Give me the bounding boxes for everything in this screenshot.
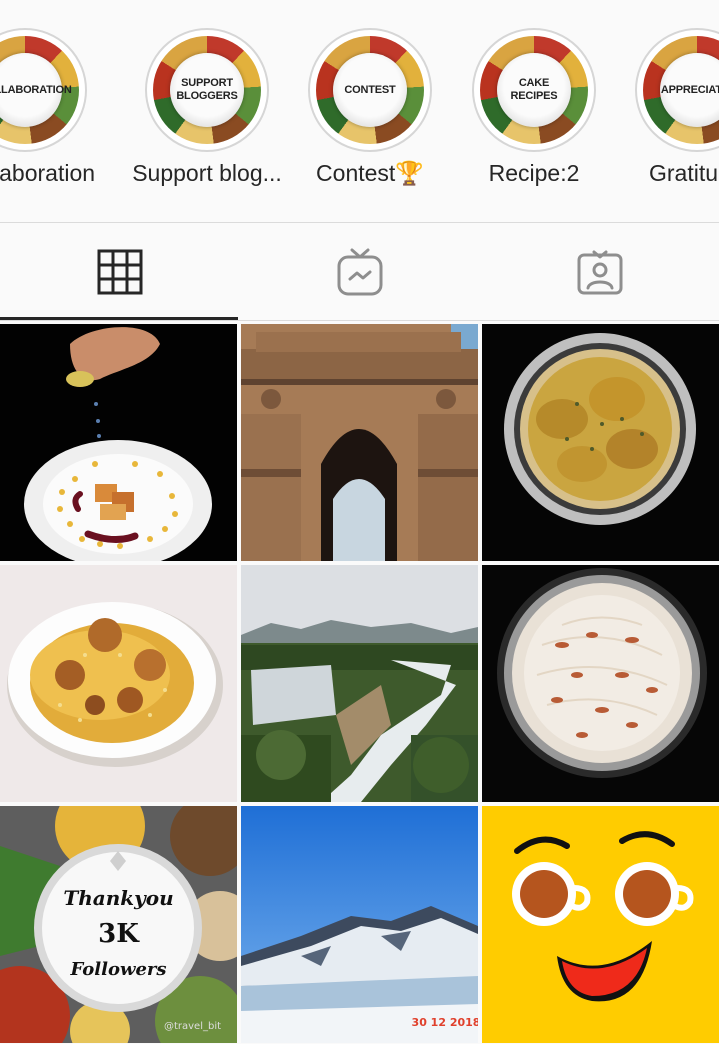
highlight-contest[interactable]: CONTEST Contest🏆 — [290, 28, 450, 218]
story-highlights-row: COLLABORATION llaboration SUPPORT BLOGGE… — [0, 0, 719, 222]
divider — [0, 320, 719, 321]
post-thumbnail[interactable]: Thankyou 3K Followers @travel_bit — [0, 806, 237, 1043]
grid-icon — [97, 249, 142, 295]
highlight-ring: SUPPORT BLOGGERS — [145, 28, 269, 152]
highlight-ring: APPRECIATIO — [635, 28, 719, 152]
watermark-text: @travel_bit — [163, 1021, 222, 1032]
post-thumbnail[interactable] — [0, 324, 237, 561]
post-thumbnail[interactable] — [241, 324, 478, 561]
biryani-image — [0, 565, 237, 802]
profile-tab-bar — [0, 223, 719, 321]
highlight-cover-text: SUPPORT BLOGGERS — [176, 77, 238, 102]
posts-grid: Thankyou 3K Followers @travel_bit 30 12 … — [0, 324, 719, 1044]
post-thumbnail[interactable] — [482, 565, 719, 802]
highlight-collaboration[interactable]: COLLABORATION llaboration — [0, 28, 105, 218]
post-thumbnail[interactable] — [482, 806, 719, 1043]
post-thumbnail[interactable] — [241, 565, 478, 802]
post-caption-line: Followers — [70, 959, 167, 980]
highlight-support-bloggers[interactable]: SUPPORT BLOGGERS Support blog... — [127, 28, 287, 218]
waterfall-image — [241, 565, 478, 802]
smiley-tea-cups-image — [482, 806, 719, 1043]
tab-grid[interactable] — [0, 223, 239, 321]
highlight-cover-text: APPRECIATIO — [660, 83, 719, 96]
post-thumbnail[interactable]: 30 12 2018 — [241, 806, 478, 1043]
food-plate-image — [0, 324, 237, 561]
post-caption-line: Thankyou — [63, 886, 174, 910]
highlight-cover-text: COLLABORATION — [0, 83, 72, 96]
highlight-recipe[interactable]: CAKE RECIPES Recipe:2 — [454, 28, 614, 218]
snow-mountain-image — [241, 806, 478, 1043]
post-thumbnail[interactable] — [482, 324, 719, 561]
highlight-ring: COLLABORATION — [0, 28, 87, 152]
post-caption-line: 3K — [98, 919, 139, 949]
highlight-ring: CAKE RECIPES — [472, 28, 596, 152]
tab-tagged[interactable] — [480, 223, 719, 321]
highlight-label: Gratitu — [649, 160, 719, 186]
tv-icon — [337, 248, 382, 296]
post-thumbnail[interactable] — [0, 565, 237, 802]
tagged-person-icon — [577, 250, 622, 295]
date-stamp-text: 30 12 2018 — [411, 1016, 478, 1029]
highlight-cover-text: CAKE RECIPES — [510, 77, 558, 102]
kheer-bowl-image — [482, 565, 719, 802]
tab-igtv[interactable] — [240, 223, 479, 321]
india-gate-image — [241, 324, 478, 561]
highlight-cover-text: CONTEST — [344, 83, 396, 96]
highlight-ring: CONTEST — [308, 28, 432, 152]
highlight-gratitude[interactable]: APPRECIATIO Gratitu — [617, 28, 719, 218]
curry-bowl-image — [482, 324, 719, 561]
